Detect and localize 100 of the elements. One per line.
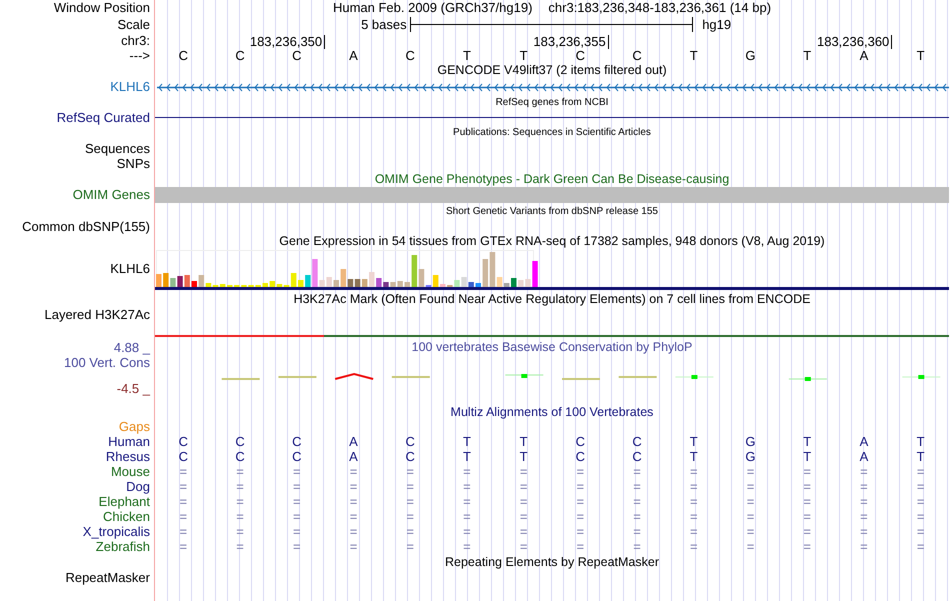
- alignment-base: =: [916, 539, 926, 554]
- track-label[interactable]: RefSeq Curated: [56, 110, 150, 125]
- alignment-base: =: [802, 539, 812, 554]
- alignment-base: =: [916, 494, 926, 509]
- base-letter: T: [462, 49, 472, 62]
- track-label[interactable]: Sequences: [84, 141, 150, 156]
- alignment-base: C: [291, 434, 302, 449]
- alignment-base: C: [631, 449, 643, 464]
- scale-text: 5 bases: [360, 17, 408, 32]
- alignment-base: =: [746, 479, 756, 494]
- alignment-base: T: [688, 434, 699, 449]
- track-label[interactable]: X_tropicalis: [82, 524, 150, 539]
- alignment-base: =: [802, 509, 812, 524]
- alignment-base: =: [688, 539, 699, 554]
- alignment-base: T: [802, 434, 812, 449]
- alignment-base: =: [405, 509, 415, 524]
- alignment-base: =: [348, 464, 358, 479]
- alignment-base: =: [746, 494, 756, 509]
- base-letter: T: [916, 49, 926, 62]
- track-label[interactable]: Human: [108, 434, 150, 449]
- alignment-base: =: [178, 524, 188, 539]
- alignment-base: =: [688, 509, 699, 524]
- alignment-base: =: [178, 509, 188, 524]
- alignment-base: =: [802, 494, 812, 509]
- alignment-base: T: [688, 449, 699, 464]
- alignment-base: =: [348, 509, 358, 524]
- track-label[interactable]: OMIM Genes: [72, 187, 150, 203]
- alignment-base: =: [235, 539, 245, 554]
- alignment-base: =: [632, 479, 642, 494]
- track-title: RefSeq genes from NCBI: [494, 96, 610, 110]
- coordinate-label: 183,236,360: [816, 35, 890, 49]
- track-title: Gene Expression in 54 tissues from GTEx RNA-seq of 17382 samples, 948 donors (V8, Aug 2019): [278, 233, 826, 250]
- alignment-base: =: [348, 494, 358, 509]
- position-text: chr3:183,236,348-183,236,361 (14 bp): [548, 0, 772, 16]
- alignment-base: =: [462, 494, 472, 509]
- alignment-base: G: [744, 434, 757, 449]
- alignment-base: =: [632, 494, 642, 509]
- alignment-base: =: [688, 494, 699, 509]
- alignment-base: =: [802, 464, 812, 479]
- expression-bar-drawing[interactable]: [156, 250, 538, 287]
- base-letter: C: [178, 49, 190, 62]
- alignment-base: =: [235, 479, 245, 494]
- base-letter: C: [234, 49, 246, 62]
- assembly-text: Human Feb. 2009 (GRCh37/hg19): [332, 0, 532, 16]
- track-title: Repeating Elements by RepeatMasker: [444, 554, 660, 570]
- alignment-base: =: [235, 524, 245, 539]
- track-label[interactable]: RepeatMasker: [65, 570, 150, 585]
- track-title: H3K27Ac Mark (Often Found Near Active Regulatory Elements) on 7 cell lines from ENCODE: [292, 291, 812, 308]
- alignment-base: =: [405, 479, 415, 494]
- assembly-name: hg19: [701, 17, 732, 32]
- alignment-base: =: [632, 524, 642, 539]
- alignment-base: =: [518, 509, 528, 524]
- track-label[interactable]: KLHL6: [110, 250, 150, 287]
- alignment-base: T: [916, 434, 926, 449]
- alignment-base: =: [746, 464, 756, 479]
- coordinate-label: 183,236,355: [533, 35, 606, 49]
- track-title: OMIM Gene Phenotypes - Dark Green Can Be Disease-causing: [374, 171, 730, 187]
- alignment-base: =: [405, 494, 415, 509]
- track-label[interactable]: Common dbSNP(155): [22, 220, 150, 233]
- alignment-base: =: [916, 524, 926, 539]
- alignment-base: C: [291, 449, 302, 464]
- alignment-base: =: [576, 479, 586, 494]
- alignment-base: C: [234, 434, 246, 449]
- alignment-base: =: [802, 524, 812, 539]
- alignment-base: A: [858, 449, 870, 464]
- gene-line[interactable]: [155, 116, 949, 118]
- alignment-base: =: [859, 524, 869, 539]
- alignment-base: C: [574, 449, 586, 464]
- track-label[interactable]: Rhesus: [106, 449, 150, 464]
- track-label[interactable]: Dog: [126, 479, 150, 494]
- alignment-base: =: [916, 509, 926, 524]
- track-label[interactable]: Layered H3K27Ac: [44, 308, 150, 321]
- track-label[interactable]: 100 Vert. Cons: [64, 355, 150, 370]
- alignment-base: =: [462, 524, 472, 539]
- base-letter: A: [858, 49, 870, 62]
- alignment-base: =: [859, 494, 869, 509]
- alignment-base: =: [576, 524, 586, 539]
- alignment-base: =: [632, 464, 642, 479]
- track-label[interactable]: Zebrafish: [96, 539, 150, 554]
- base-letter: T: [802, 49, 812, 62]
- track-label[interactable]: Chicken: [103, 509, 150, 524]
- base-letter: G: [744, 49, 757, 62]
- track-title: Multiz Alignments of 100 Vertebrates: [450, 404, 654, 420]
- track-label[interactable]: Mouse: [110, 464, 150, 479]
- coordinate-label: 183,236,350: [250, 35, 322, 49]
- alignment-base: =: [859, 479, 869, 494]
- track-label[interactable]: Elephant: [98, 494, 150, 509]
- base-letter: A: [348, 49, 359, 62]
- base-letter: C: [404, 49, 416, 62]
- track-label[interactable]: KLHL6: [110, 79, 150, 95]
- alignment-base: =: [292, 494, 302, 509]
- alignment-base: =: [348, 524, 358, 539]
- track-label[interactable]: SNPs: [116, 156, 150, 171]
- tick-mark: [324, 35, 326, 49]
- alignment-base: =: [462, 479, 472, 494]
- alignment-base: =: [632, 539, 642, 554]
- tick-mark: [891, 35, 892, 49]
- alignment-base: =: [859, 464, 869, 479]
- alignment-base: =: [859, 509, 869, 524]
- alignment-base: =: [462, 464, 472, 479]
